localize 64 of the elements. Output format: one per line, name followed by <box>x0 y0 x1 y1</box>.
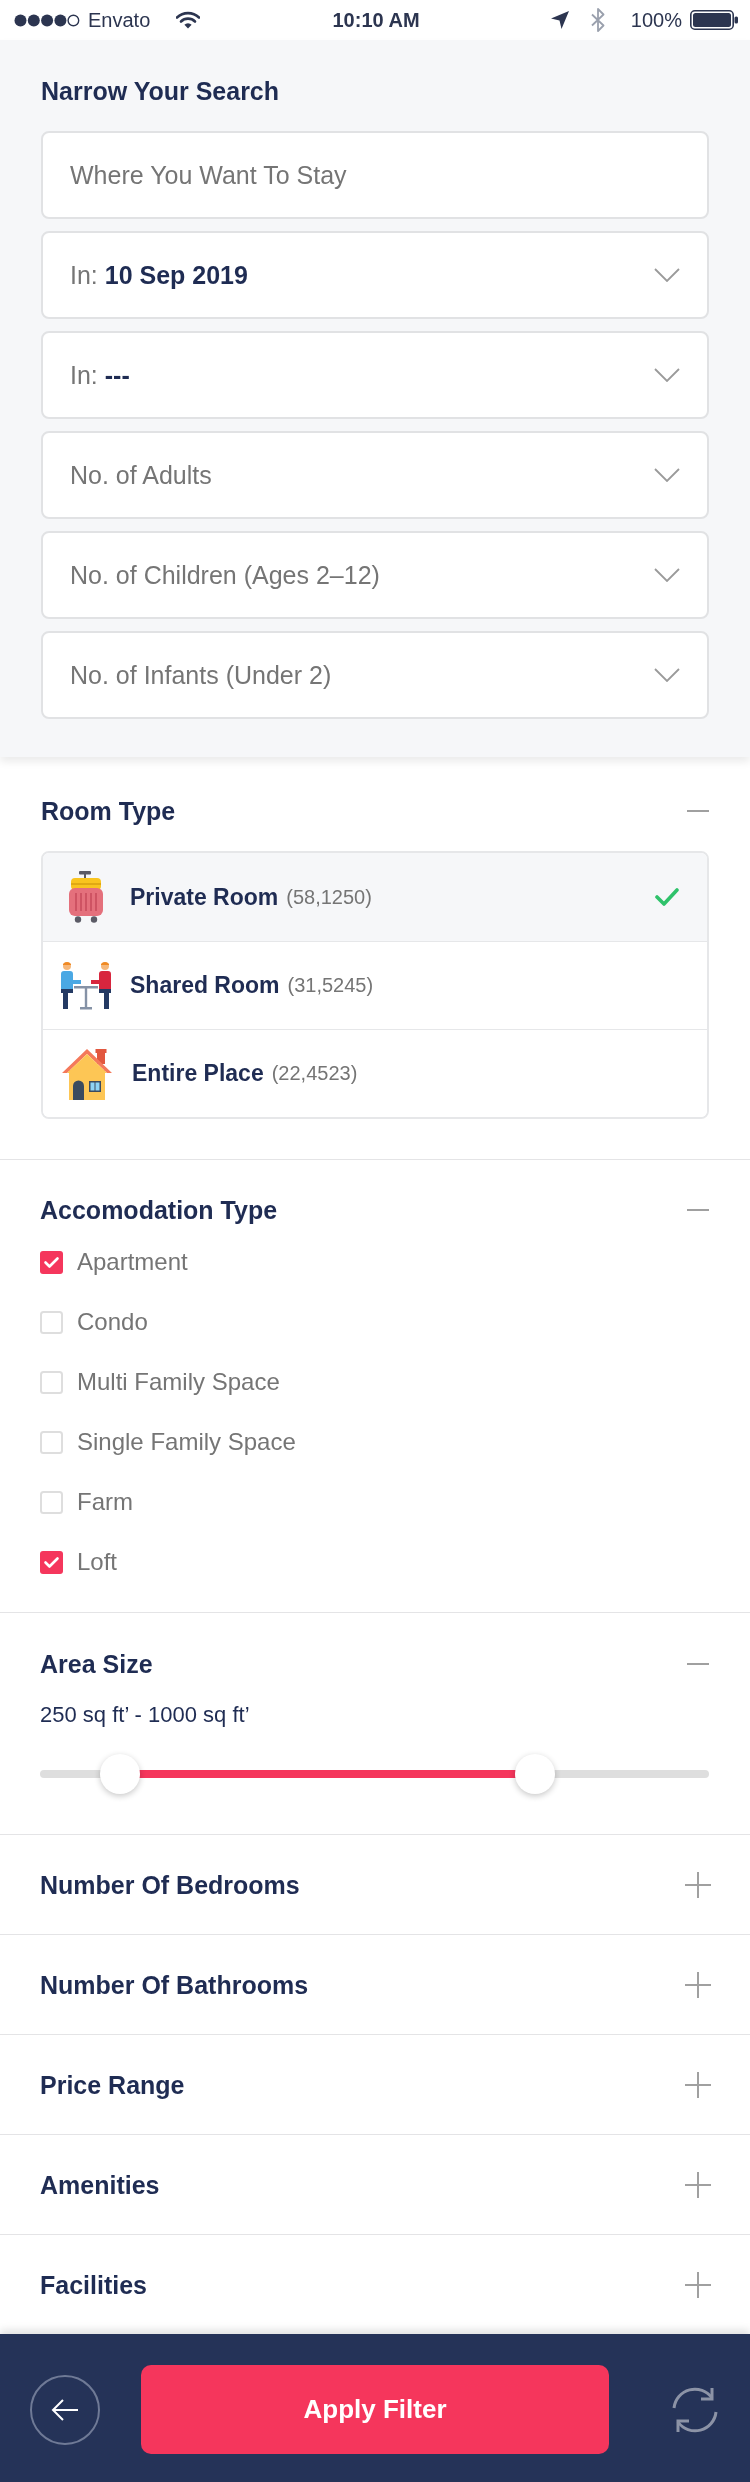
battery-icon <box>690 10 738 30</box>
chevron-down-icon <box>654 368 680 382</box>
checkbox[interactable] <box>40 1370 63 1394</box>
section-title: Number Of Bedrooms <box>40 1870 300 1900</box>
back-button[interactable] <box>30 2374 100 2445</box>
room-type-option[interactable]: Entire Place (22,4523) <box>43 1029 707 1117</box>
battery-percent: 100% <box>630 8 682 32</box>
plus-icon[interactable] <box>685 1872 711 1898</box>
room-type-name: Shared Room <box>130 972 280 999</box>
checkbox[interactable] <box>40 1250 63 1274</box>
signal-strength-icon <box>14 13 80 27</box>
dropdown-field[interactable]: In: --- <box>41 331 709 419</box>
listing-count: (22,4523) <box>271 1062 358 1085</box>
search-field[interactable]: Where You Want To Stay <box>41 131 709 219</box>
wifi-icon <box>176 11 201 29</box>
chevron-down-icon <box>654 568 680 582</box>
checkbox[interactable] <box>40 1430 63 1454</box>
section-title: Area Size <box>40 1649 153 1679</box>
dropdown-field[interactable]: No. of Infants (Under 2) <box>41 631 709 719</box>
listing-count: (58,1250) <box>286 885 372 909</box>
check-icon <box>655 888 679 906</box>
slider-thumb[interactable] <box>515 1754 556 1794</box>
checkbox[interactable] <box>40 1310 63 1334</box>
section-title: Amenities <box>40 2170 160 2200</box>
apply-filter-button[interactable]: Apply Filter <box>141 2365 609 2454</box>
range-slider[interactable] <box>40 1754 709 1794</box>
chevron-down-icon <box>654 668 680 682</box>
section-title: Room Type <box>41 796 176 826</box>
section-title: Number Of Bathrooms <box>40 1970 309 2000</box>
house-icon <box>61 1047 113 1100</box>
checkbox[interactable] <box>40 1490 63 1514</box>
plus-icon[interactable] <box>685 2072 711 2098</box>
checkbox-label: Multi Family Space <box>77 1368 280 1396</box>
checkbox-label: Single Family Space <box>77 1428 296 1456</box>
clock-time: 10:10 AM <box>332 8 420 32</box>
dropdown-field[interactable]: No. of Adults <box>41 431 709 519</box>
chevron-down-icon <box>654 268 680 282</box>
section-title: Facilities <box>40 2270 147 2300</box>
plus-icon[interactable] <box>685 1972 711 1998</box>
checkbox-label: Apartment <box>77 1248 188 1276</box>
checkbox-label: Condo <box>77 1308 148 1336</box>
people-at-table-icon <box>61 960 111 1011</box>
range-value: 250 sq ft’ - 1000 sq ft’ <box>40 1701 251 1729</box>
checkbox[interactable] <box>40 1550 63 1574</box>
arrow-left-icon <box>51 2397 79 2422</box>
section-title: Price Range <box>40 2070 185 2100</box>
checkbox-label: Farm <box>77 1488 133 1516</box>
bluetooth-icon <box>590 8 605 32</box>
section-title: Accomodation Type <box>40 1195 278 1225</box>
room-type-option[interactable]: Private Room (58,1250) <box>43 853 707 941</box>
refresh-icon[interactable] <box>670 2385 720 2434</box>
room-type-name: Private Room <box>130 883 279 911</box>
dropdown-field[interactable]: In: 10 Sep 2019 <box>41 231 709 319</box>
plus-icon[interactable] <box>685 2272 711 2298</box>
carrier-name: Envato <box>88 8 151 32</box>
location-arrow-icon <box>550 11 569 29</box>
panel-title: Narrow Your Search <box>41 76 281 106</box>
checkbox-label: Loft <box>77 1548 118 1576</box>
listing-count: (31,5245) <box>287 974 374 997</box>
plus-icon[interactable] <box>685 2172 711 2198</box>
slider-thumb[interactable] <box>100 1754 141 1794</box>
room-type-name: Entire Place <box>132 1060 264 1087</box>
dropdown-field[interactable]: No. of Children (Ages 2–12) <box>41 531 709 619</box>
chevron-down-icon <box>654 468 680 482</box>
